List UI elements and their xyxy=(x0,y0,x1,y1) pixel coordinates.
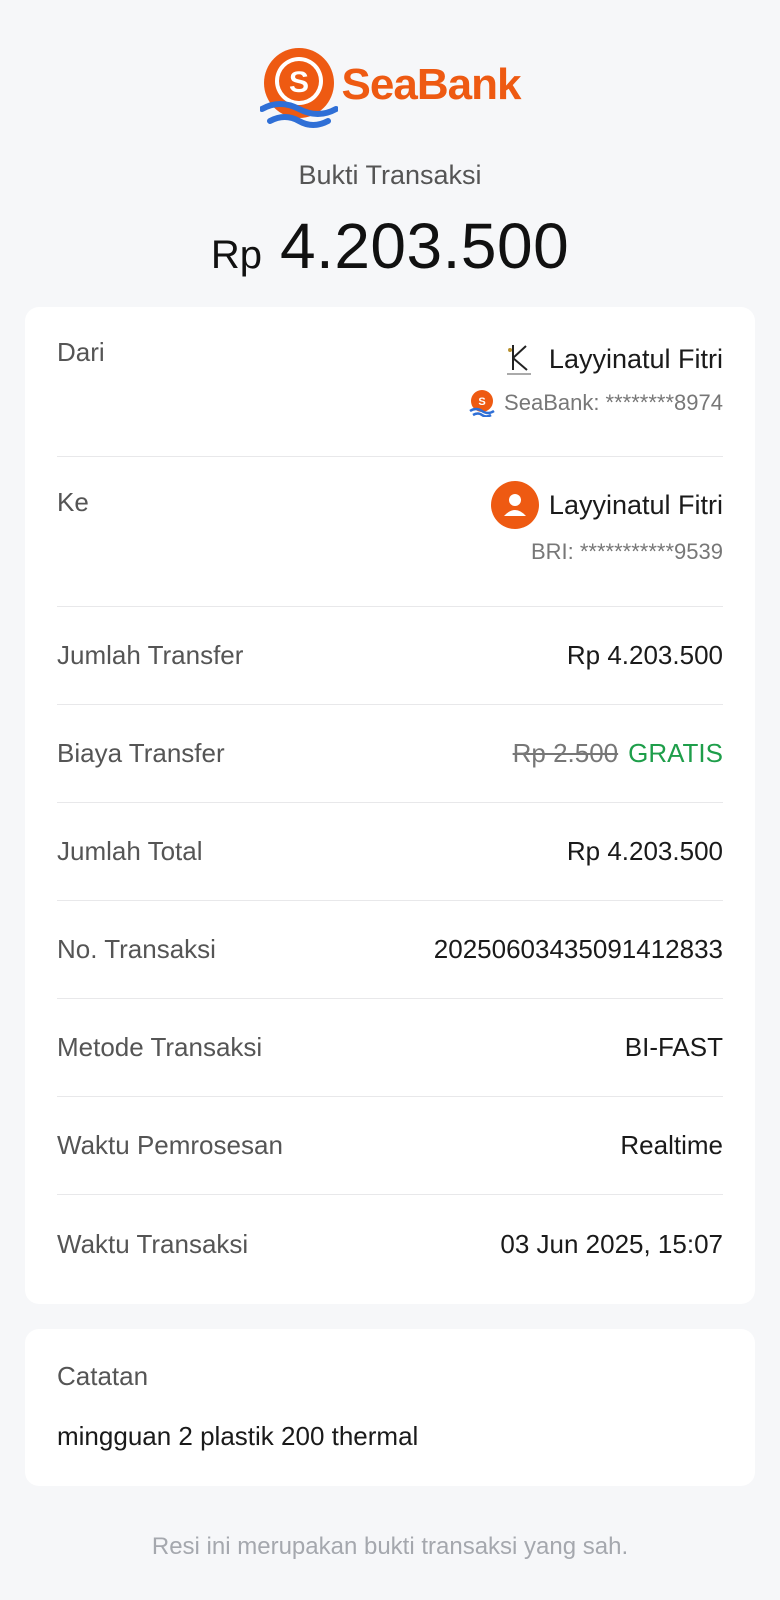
from-row: Dari Layyinatul Fitri S SeaBank: *******… xyxy=(57,307,723,457)
svg-text:S: S xyxy=(289,66,309,99)
transaction-time-label: Waktu Transaksi xyxy=(57,1228,249,1259)
total-amount: Rp 4.203.500 xyxy=(0,209,780,283)
from-label: Dari xyxy=(57,337,105,367)
processing-time-value: Realtime xyxy=(620,1130,723,1160)
total-row: Jumlah Total Rp 4.203.500 xyxy=(57,803,723,901)
transfer-amount-value: Rp 4.203.500 xyxy=(566,640,723,670)
to-account: BRI: ***********9539 xyxy=(530,539,723,564)
total-label: Jumlah Total xyxy=(57,836,203,866)
transaction-details-card: Dari Layyinatul Fitri S SeaBank: *******… xyxy=(25,307,755,1304)
footer-disclaimer: Resi ini merupakan bukti transaksi yang … xyxy=(151,1533,629,1560)
transaction-no-value: 20250603435091412833 xyxy=(433,934,723,964)
from-account: SeaBank: ********8974 xyxy=(504,390,723,415)
brand-name: SeaBank xyxy=(341,60,522,109)
seabank-logo-icon: S xyxy=(259,48,338,128)
transfer-fee-label: Biaya Transfer xyxy=(57,738,225,768)
seabank-icon: S xyxy=(469,390,495,417)
amount-currency: Rp xyxy=(210,233,262,277)
transfer-amount-row: Jumlah Transfer Rp 4.203.500 xyxy=(57,607,723,705)
note-label: Catatan xyxy=(57,1361,149,1391)
to-name: Layyinatul Fitri xyxy=(548,489,723,520)
to-row: Ke Layyinatul Fitri BRI: ***********9539 xyxy=(57,457,723,607)
processing-time-label: Waktu Pemrosesan xyxy=(57,1130,283,1160)
note-text: mingguan 2 plastik 200 thermal xyxy=(57,1421,419,1451)
transfer-amount-label: Jumlah Transfer xyxy=(57,640,244,670)
amount-value: 4.203.500 xyxy=(279,210,570,282)
transfer-fee-row: Biaya Transfer Rp 2.500 GRATIS xyxy=(57,705,723,803)
from-info: Layyinatul Fitri S SeaBank: ********8974 xyxy=(468,337,723,456)
method-value: BI-FAST xyxy=(624,1032,723,1062)
free-badge: GRATIS xyxy=(628,738,723,768)
to-label: Ke xyxy=(57,487,89,517)
receipt-title: Bukti Transaksi xyxy=(298,160,482,190)
receipt-header: S SeaBank Bukti Transaksi Rp 4.203.500 xyxy=(0,0,780,283)
person-icon xyxy=(490,481,539,529)
note-card: Catatan mingguan 2 plastik 200 thermal xyxy=(25,1329,755,1486)
k-logo-icon xyxy=(501,341,537,377)
original-fee: Rp 2.500 xyxy=(512,738,619,768)
method-row: Metode Transaksi BI-FAST xyxy=(57,999,723,1097)
method-label: Metode Transaksi xyxy=(57,1032,263,1062)
transaction-time-row: Waktu Transaksi 03 Jun 2025, 15:07 xyxy=(57,1195,723,1293)
svg-text:S: S xyxy=(478,396,485,408)
transaction-no-row: No. Transaksi 20250603435091412833 xyxy=(57,901,723,999)
processing-time-row: Waktu Pemrosesan Realtime xyxy=(57,1097,723,1195)
to-info: Layyinatul Fitri BRI: ***********9539 xyxy=(490,481,723,606)
seabank-logo: S SeaBank xyxy=(259,44,522,134)
total-value: Rp 4.203.500 xyxy=(566,836,723,866)
transfer-fee-value: Rp 2.500 GRATIS xyxy=(513,738,723,769)
transaction-time-value: 03 Jun 2025, 15:07 xyxy=(500,1228,723,1259)
from-name: Layyinatul Fitri xyxy=(548,343,723,374)
transaction-no-label: No. Transaksi xyxy=(57,934,216,964)
